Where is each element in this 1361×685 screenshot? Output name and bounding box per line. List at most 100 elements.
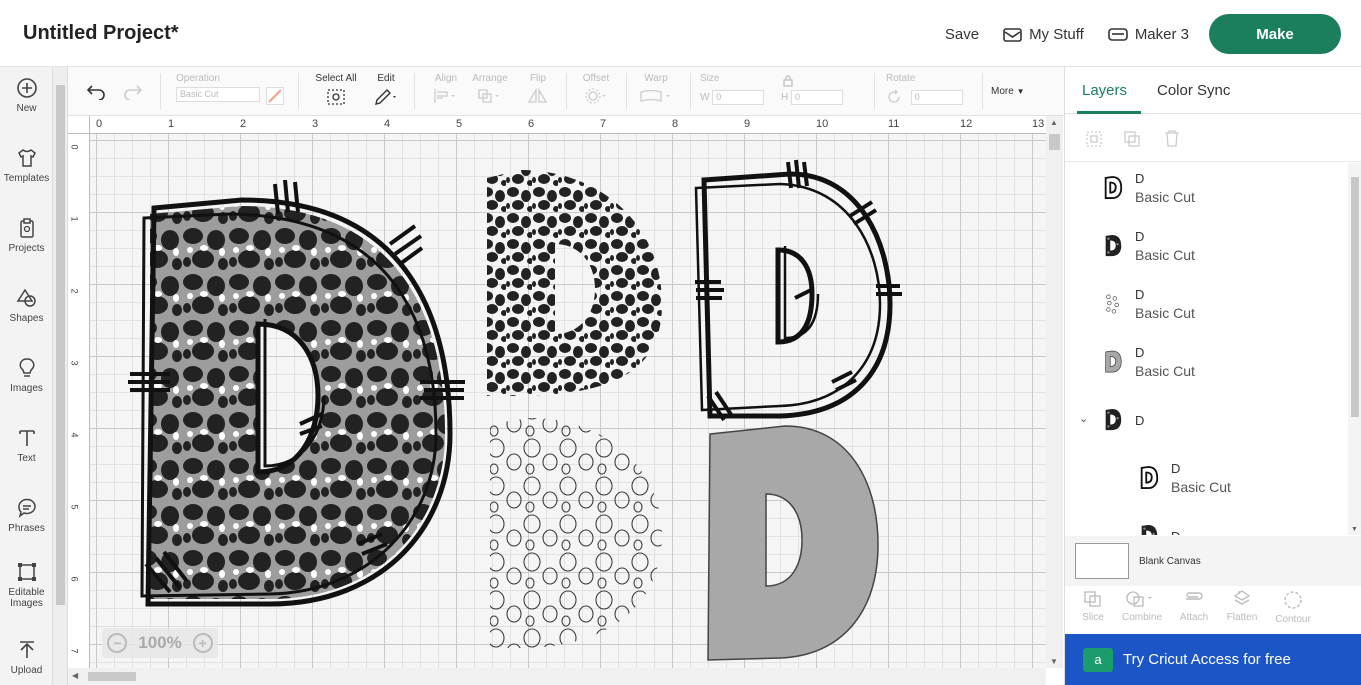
ruler-number: 4 — [384, 118, 391, 130]
scroll-left-icon[interactable]: ◀ — [72, 671, 78, 680]
make-button[interactable]: Make — [1209, 14, 1341, 54]
canvas-horizontal-scrollbar[interactable]: ◀ — [68, 668, 1046, 685]
operation-select[interactable]: Basic Cut — [176, 87, 260, 102]
scroll-thumb[interactable] — [56, 85, 65, 605]
toolbar-divider — [690, 73, 691, 109]
height-input[interactable]: 0 — [791, 90, 844, 105]
pencil-icon — [375, 89, 396, 105]
align-label: Align — [434, 73, 458, 84]
blank-canvas-row[interactable]: Blank Canvas — [1065, 536, 1361, 586]
speech-icon — [17, 498, 36, 518]
sidebar-item-images[interactable]: Images — [0, 357, 53, 394]
layer-row[interactable]: D Basic Cut — [1137, 453, 1231, 503]
scroll-down-icon[interactable]: ▼ — [1050, 657, 1058, 666]
duplicate-icon[interactable] — [1123, 130, 1141, 148]
sidebar-item-phrases[interactable]: Phrases — [0, 497, 53, 534]
group-icon[interactable] — [1085, 130, 1103, 148]
layer-row[interactable]: D Basic Cut — [1101, 337, 1195, 387]
machine-link[interactable]: Maker 3 — [1108, 26, 1189, 43]
sidebar-item-shapes[interactable]: Shapes — [0, 287, 53, 324]
text-icon — [18, 430, 35, 446]
lock-icon[interactable] — [783, 75, 793, 87]
sidebar-item-new[interactable]: New — [0, 77, 53, 114]
edit-button[interactable]: Edit — [368, 73, 404, 109]
zoom-in-icon[interactable]: + — [192, 633, 213, 653]
shirt-icon — [17, 149, 36, 167]
canvas-swatch[interactable] — [1075, 543, 1129, 579]
flatten-button[interactable]: Flatten — [1217, 590, 1267, 623]
ruler-number: 9 — [744, 118, 751, 130]
caret-down-icon: ▼ — [1016, 87, 1025, 96]
ruler-number: 1 — [69, 216, 80, 222]
ruler-number: 0 — [69, 144, 80, 150]
contour-icon — [1284, 591, 1302, 609]
scroll-up-icon[interactable]: ▲ — [1050, 118, 1058, 127]
layers-scrollbar[interactable]: ▼ — [1348, 163, 1361, 535]
contour-button[interactable]: Contour — [1268, 590, 1318, 625]
scroll-thumb[interactable] — [1049, 134, 1060, 150]
layer-row[interactable]: D — [1137, 511, 1180, 535]
shapes-icon — [16, 288, 36, 307]
rotate-icon — [888, 89, 900, 103]
warp-label: Warp — [644, 73, 668, 84]
sidebar-label: Text — [17, 453, 36, 464]
sidebar-item-upload[interactable]: Upload — [0, 639, 53, 676]
sidebar-label: New — [16, 103, 37, 114]
size-group: Size W 0 H 0 — [700, 73, 860, 105]
combine-button[interactable]: Combine — [1117, 590, 1167, 623]
warp-button[interactable]: Warp — [636, 73, 676, 107]
width-input[interactable]: 0 — [712, 90, 765, 105]
sidebar-label: Editable Images — [8, 587, 45, 609]
undo-icon[interactable] — [86, 84, 106, 100]
trash-icon[interactable] — [1163, 129, 1181, 148]
pen-color-icon[interactable] — [266, 87, 284, 105]
layer-group-row[interactable]: ⌄ D — [1079, 395, 1144, 445]
select-all-button[interactable]: Select All — [308, 73, 364, 109]
align-button[interactable]: Align — [426, 73, 466, 107]
canvas-vertical-scrollbar[interactable]: ▲ ▼ — [1046, 116, 1063, 668]
offset-button[interactable]: Offset — [576, 73, 616, 107]
scroll-down-icon[interactable]: ▼ — [1351, 526, 1358, 533]
attach-button[interactable]: Attach — [1169, 590, 1219, 623]
layer-row[interactable]: D Basic Cut — [1101, 221, 1195, 271]
zoom-out-icon[interactable]: − — [107, 633, 128, 653]
scroll-thumb[interactable] — [88, 672, 136, 681]
layer-row[interactable]: D Basic Cut — [1101, 279, 1195, 329]
layer-row[interactable]: D Basic Cut — [1101, 163, 1195, 213]
design-canvas[interactable] — [90, 134, 1046, 668]
access-badge-icon: a — [1083, 647, 1113, 672]
redo-icon[interactable] — [123, 84, 143, 100]
tab-color-sync[interactable]: Color Sync — [1157, 82, 1230, 99]
rotate-input[interactable]: 0 — [910, 90, 963, 105]
more-button[interactable]: More ▼ — [991, 86, 1025, 97]
sidebar-item-projects[interactable]: Projects — [0, 217, 53, 254]
scroll-thumb[interactable] — [1351, 177, 1359, 417]
sidebar-item-text[interactable]: Text — [0, 427, 53, 464]
sidebar-item-editable-images[interactable]: Editable Images — [0, 561, 53, 609]
layer-type: Basic Cut — [1135, 305, 1195, 321]
panel-tabs: Layers Color Sync — [1065, 67, 1361, 114]
flip-label: Flip — [529, 73, 547, 84]
sidebar-scrollbar[interactable] — [53, 67, 68, 685]
layer-thumbnail — [1101, 232, 1125, 260]
sidebar-item-templates[interactable]: Templates — [0, 147, 53, 184]
ruler-corner — [68, 116, 90, 134]
project-title[interactable]: Untitled Project* — [23, 22, 179, 45]
access-label: Try Cricut Access for free — [1123, 651, 1291, 668]
save-link[interactable]: Save — [945, 26, 979, 43]
slice-button[interactable]: Slice — [1068, 590, 1118, 623]
my-stuff-link[interactable]: My Stuff — [1003, 26, 1084, 43]
left-sidebar: New Templates Projects Shapes Images Tex… — [0, 67, 53, 685]
layer-thumbnail — [1101, 290, 1125, 318]
operation-group[interactable]: Operation Basic Cut — [176, 73, 288, 105]
chevron-down-icon[interactable]: ⌄ — [1079, 412, 1088, 425]
top-bar: Untitled Project* Save My Stuff Maker 3 … — [0, 0, 1361, 67]
arrange-button[interactable]: Arrange — [470, 73, 510, 107]
ruler-number: 6 — [69, 576, 80, 582]
toolbar-divider — [566, 73, 567, 109]
rotate-label: Rotate — [886, 73, 916, 84]
flip-button[interactable]: Flip — [520, 73, 556, 107]
tab-layers[interactable]: Layers — [1082, 82, 1127, 99]
ruler-left: 0 1 2 3 4 5 6 7 — [68, 134, 90, 668]
cricut-access-banner[interactable]: a Try Cricut Access for free — [1065, 634, 1361, 685]
